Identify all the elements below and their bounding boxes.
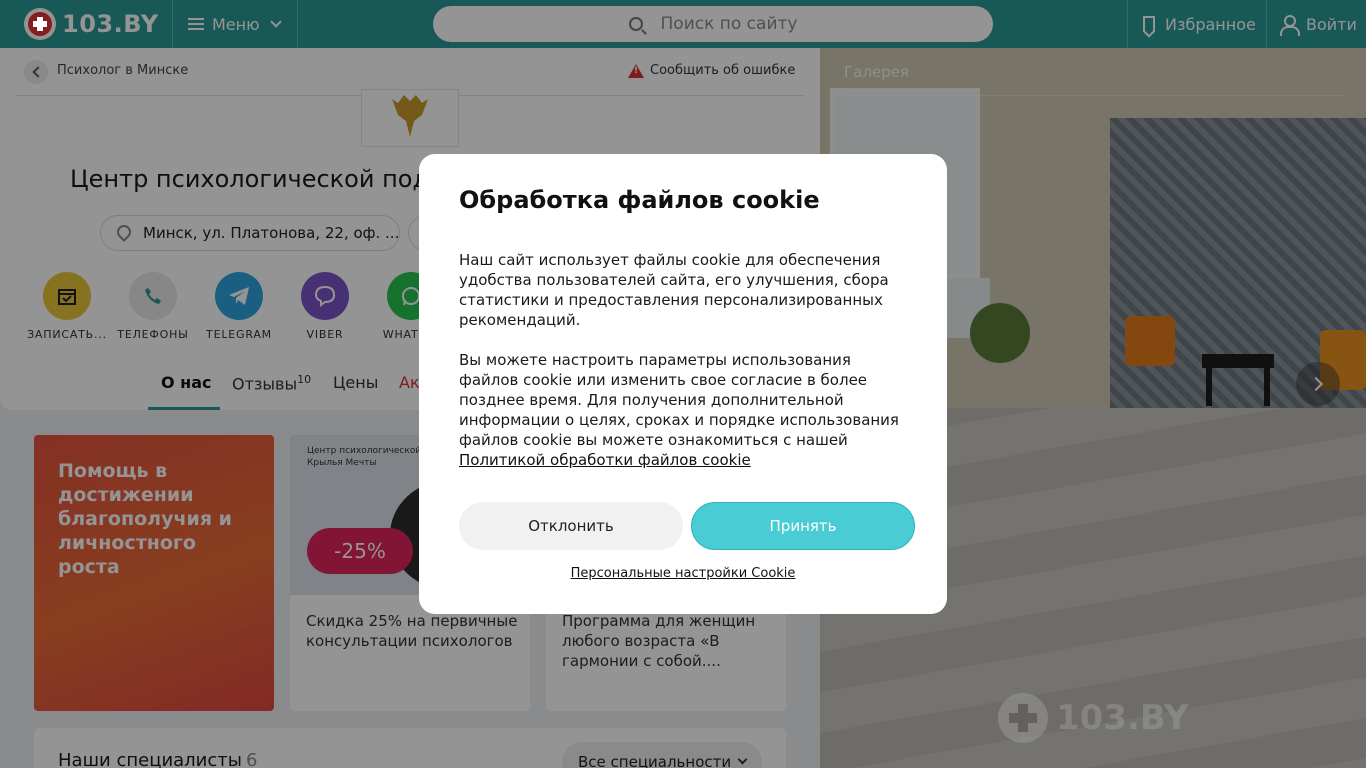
cookie-settings-link[interactable]: Персональные настройки Cookie: [419, 566, 947, 581]
cookie-text: Наш сайт использует файлы cookie для обе…: [459, 251, 889, 329]
accept-button[interactable]: Принять: [691, 502, 915, 550]
cookie-text: Вы можете настроить параметры использова…: [459, 350, 909, 470]
cookie-policy-link[interactable]: Политикой обработки файлов cookie: [459, 451, 751, 469]
cookie-title: Обработка файлов cookie: [459, 186, 820, 214]
cookie-dialog: Обработка файлов cookie Наш сайт использ…: [419, 154, 947, 614]
cookie-text-body: Вы можете настроить параметры использова…: [459, 351, 899, 449]
decline-button[interactable]: Отклонить: [459, 502, 683, 550]
